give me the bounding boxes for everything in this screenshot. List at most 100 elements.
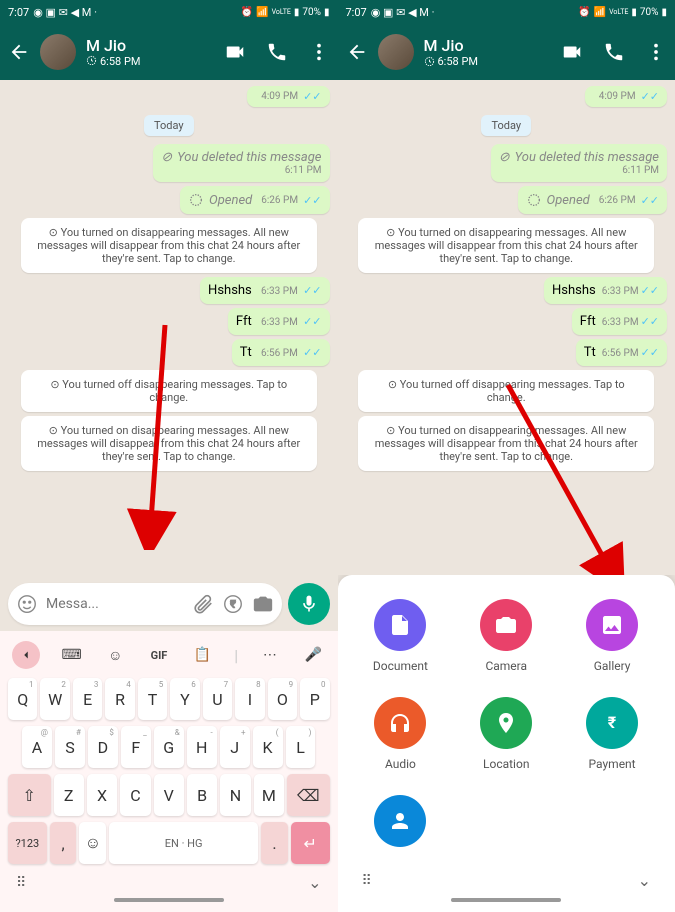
key-x[interactable]: X bbox=[87, 774, 117, 816]
contact-info[interactable]: M Jio 6:58 PM bbox=[424, 36, 552, 68]
nav-handle[interactable] bbox=[114, 898, 224, 902]
space-key[interactable]: EN · HG bbox=[109, 822, 258, 864]
chat-area[interactable]: 4:09 PM✓✓ Today ⊘You deleted this messag… bbox=[338, 80, 675, 575]
shift-key[interactable]: ⇧ bbox=[8, 774, 51, 816]
key-p[interactable]: P0 bbox=[300, 678, 329, 720]
keyboard-row-3: ⇧ ZXCVBNM ⌫ bbox=[4, 771, 334, 819]
status-notif-icons: ◉ ▣ ✉ ◀ M · bbox=[33, 6, 97, 19]
enter-key[interactable]: ↵ bbox=[291, 822, 330, 864]
mic-button[interactable] bbox=[288, 583, 330, 625]
period-key[interactable]: . bbox=[261, 822, 288, 864]
attach-label: Location bbox=[483, 757, 529, 771]
doc-icon bbox=[374, 599, 426, 651]
kb-collapse-icon[interactable]: ⠿ bbox=[362, 873, 372, 889]
key-y[interactable]: Y6 bbox=[170, 678, 199, 720]
attach-label: Audio bbox=[385, 757, 416, 771]
kb-collapse-icon[interactable]: ⠿ bbox=[16, 875, 26, 891]
key-f[interactable]: F_ bbox=[121, 726, 151, 768]
message-out[interactable]: Tt 6:56 PM ✓✓ bbox=[232, 339, 330, 366]
kb-chevron-down-icon[interactable]: ⌄ bbox=[638, 871, 651, 890]
attach-gallery[interactable]: Gallery bbox=[565, 599, 659, 673]
key-t[interactable]: T5 bbox=[138, 678, 167, 720]
kb-mic-icon[interactable]: 🎤 bbox=[302, 643, 326, 667]
attach-label: Camera bbox=[485, 659, 527, 673]
kb-more-icon[interactable]: ⋯ bbox=[258, 643, 282, 667]
kb-gif-icon[interactable]: GIF bbox=[147, 643, 171, 667]
keyboard-toolbar: ⌨ ☺ GIF 📋 | ⋯ 🎤 bbox=[4, 635, 334, 675]
blocked-icon: ⊘ bbox=[161, 150, 172, 165]
attach-camera[interactable]: Camera bbox=[459, 599, 553, 673]
phone-left: 7:07 ◉ ▣ ✉ ◀ M · ⏰ 📶 VoLTE ▮ 70% ▮ M Jio… bbox=[0, 0, 338, 912]
key-u[interactable]: U7 bbox=[203, 678, 232, 720]
backspace-key[interactable]: ⌫ bbox=[287, 774, 330, 816]
nav-handle[interactable] bbox=[451, 898, 561, 902]
read-ticks-icon: ✓✓ bbox=[303, 90, 321, 103]
key-i[interactable]: I8 bbox=[235, 678, 264, 720]
attach-contact[interactable] bbox=[354, 795, 448, 855]
back-icon[interactable] bbox=[8, 41, 30, 63]
comma-key[interactable]: , bbox=[50, 822, 77, 864]
key-n[interactable]: N bbox=[220, 774, 250, 816]
key-l[interactable]: L) bbox=[286, 726, 316, 768]
key-d[interactable]: D$ bbox=[88, 726, 118, 768]
video-call-icon[interactable] bbox=[561, 41, 583, 63]
attach-audio[interactable]: Audio bbox=[354, 697, 448, 771]
deleted-message[interactable]: ⊘You deleted this message 6:11 PM bbox=[153, 144, 329, 182]
message-out[interactable]: Hshshs 6:33 PM ✓✓ bbox=[200, 277, 329, 304]
message-input-field[interactable]: ₹ bbox=[8, 583, 282, 625]
voice-call-icon[interactable] bbox=[266, 41, 288, 63]
system-message[interactable]: ⊙ You turned off disappearing messages. … bbox=[21, 370, 317, 412]
attach-icon[interactable] bbox=[192, 593, 214, 615]
key-e[interactable]: E3 bbox=[73, 678, 102, 720]
message-input[interactable] bbox=[46, 596, 184, 612]
message-out[interactable]: 4:09 PM ✓✓ bbox=[247, 86, 329, 107]
key-b[interactable]: B bbox=[187, 774, 217, 816]
key-g[interactable]: G& bbox=[154, 726, 184, 768]
date-divider: Today bbox=[144, 115, 194, 136]
voice-call-icon[interactable] bbox=[603, 41, 625, 63]
attach-location[interactable]: Location bbox=[459, 697, 553, 771]
back-icon[interactable] bbox=[346, 41, 368, 63]
kb-back-icon[interactable] bbox=[12, 641, 40, 669]
key-z[interactable]: Z bbox=[54, 774, 84, 816]
more-icon[interactable] bbox=[645, 41, 667, 63]
payment-icon[interactable]: ₹ bbox=[222, 593, 244, 615]
key-q[interactable]: Q1 bbox=[8, 678, 37, 720]
key-h[interactable]: H- bbox=[187, 726, 217, 768]
symbols-key[interactable]: ?123 bbox=[8, 822, 47, 864]
kb-keyboard-icon[interactable]: ⌨ bbox=[60, 643, 84, 667]
avatar[interactable] bbox=[378, 34, 414, 70]
key-v[interactable]: V bbox=[154, 774, 184, 816]
key-j[interactable]: J+ bbox=[220, 726, 250, 768]
system-message[interactable]: ⊙ You turned on disappearing messages. A… bbox=[21, 218, 317, 273]
key-a[interactable]: A@ bbox=[22, 726, 52, 768]
key-k[interactable]: K( bbox=[253, 726, 283, 768]
key-o[interactable]: O9 bbox=[268, 678, 297, 720]
system-message[interactable]: ⊙ You turned on disappearing messages. A… bbox=[21, 416, 317, 471]
camera-icon[interactable] bbox=[252, 593, 274, 615]
key-w[interactable]: W2 bbox=[40, 678, 69, 720]
avatar[interactable] bbox=[40, 34, 76, 70]
key-r[interactable]: R4 bbox=[105, 678, 134, 720]
video-call-icon[interactable] bbox=[224, 41, 246, 63]
timer-icon bbox=[86, 55, 97, 69]
cam-icon bbox=[480, 599, 532, 651]
key-s[interactable]: S# bbox=[55, 726, 85, 768]
emoji-icon[interactable] bbox=[16, 593, 38, 615]
message-out[interactable]: Fft 6:33 PM ✓✓ bbox=[228, 308, 330, 335]
key-c[interactable]: C bbox=[120, 774, 150, 816]
chat-area[interactable]: 4:09 PM ✓✓ Today ⊘You deleted this messa… bbox=[0, 80, 338, 577]
more-icon[interactable] bbox=[308, 41, 330, 63]
kb-chevron-down-icon[interactable]: ⌄ bbox=[308, 873, 321, 892]
emoji-key[interactable]: ☺ bbox=[79, 822, 106, 864]
aud-icon bbox=[374, 697, 426, 749]
opened-message[interactable]: Opened 6:26 PM ✓✓ bbox=[180, 186, 329, 214]
con-icon bbox=[374, 795, 426, 847]
kb-clipboard-icon[interactable]: 📋 bbox=[191, 643, 215, 667]
key-m[interactable]: M bbox=[254, 774, 284, 816]
attach-payment[interactable]: ₹Payment bbox=[565, 697, 659, 771]
contact-info[interactable]: M Jio 6:58 PM bbox=[86, 36, 214, 69]
kb-sticker-icon[interactable]: ☺ bbox=[103, 643, 127, 667]
attach-document[interactable]: Document bbox=[354, 599, 448, 673]
keyboard-row-2: A@S#D$F_G&H-J+K(L) bbox=[4, 723, 334, 771]
